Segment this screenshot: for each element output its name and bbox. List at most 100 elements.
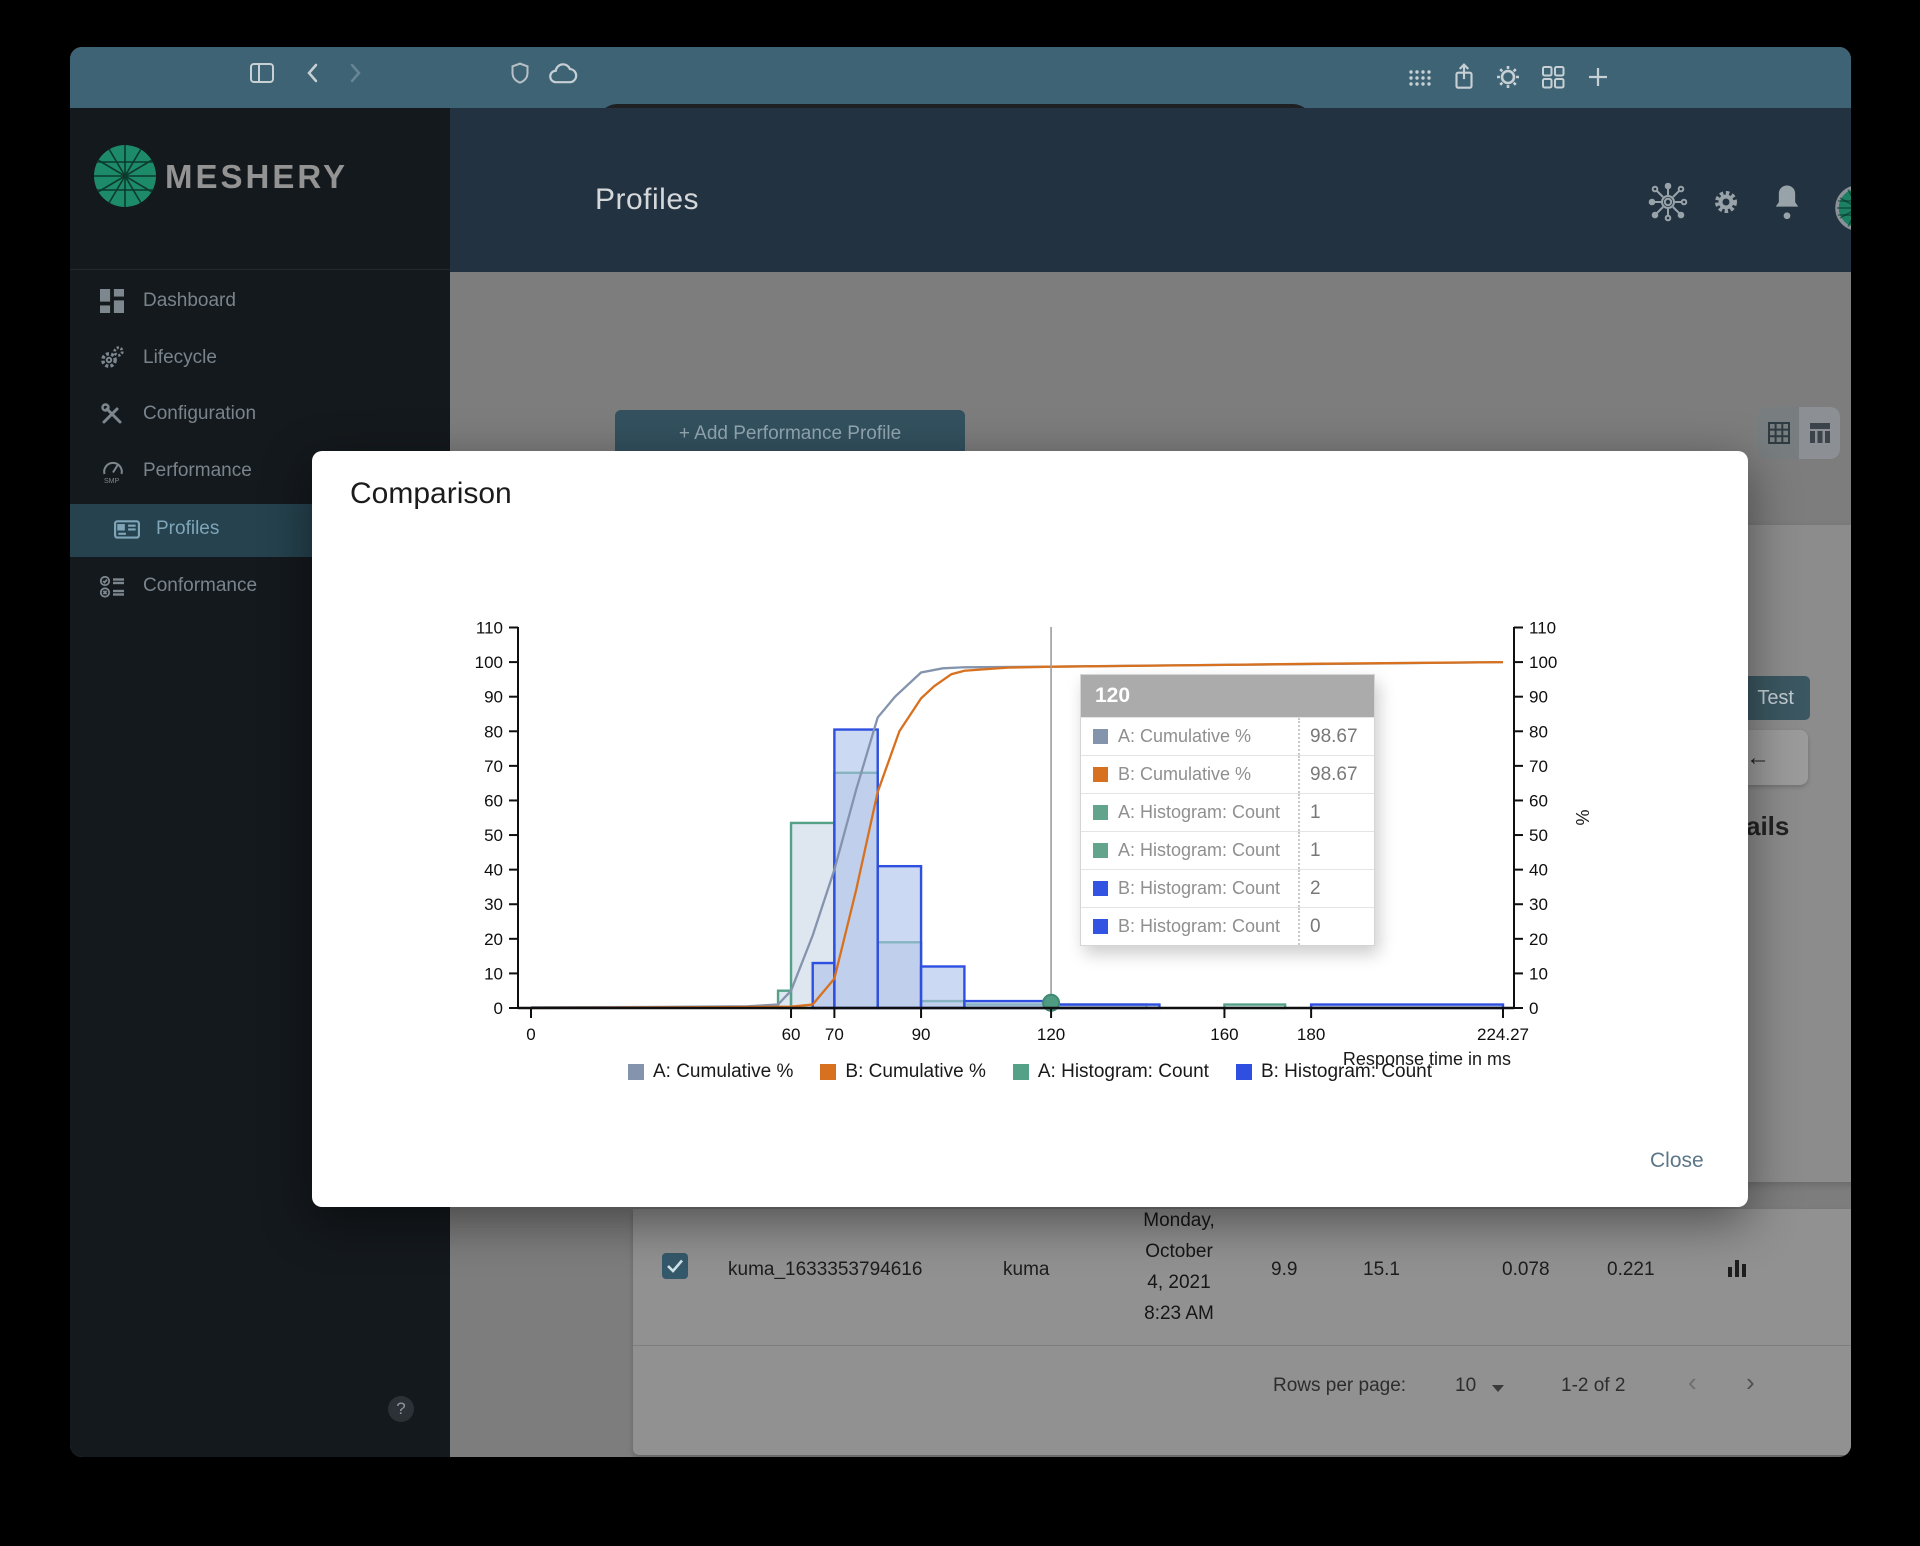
legend-swatch: [1235, 1064, 1252, 1080]
row-checkbox[interactable]: [662, 1253, 688, 1279]
y-tick-label-right: 60: [1529, 791, 1548, 810]
sidebar-item-label: Profiles: [156, 518, 220, 539]
legend-label: A: Cumulative %: [652, 1061, 794, 1082]
rows-per-page-select[interactable]: 10: [1455, 1375, 1476, 1397]
tooltip-series-label: B: Histogram: Count: [1118, 916, 1281, 936]
sidebar-item-lifecycle[interactable]: Lifecycle: [70, 335, 450, 383]
row-qps-cell: 9.9: [1271, 1259, 1298, 1280]
tab-groups-icon[interactable]: [1407, 66, 1433, 92]
right-axis-title: %: [1572, 809, 1592, 825]
y-tick-label: 90: [484, 688, 503, 707]
forward-icon[interactable]: [347, 62, 363, 84]
tooltip-swatch: [1093, 843, 1108, 858]
profiles-icon: [114, 520, 140, 539]
y-tick-label: 110: [476, 619, 503, 638]
view-chart-icon[interactable]: [1726, 1257, 1748, 1279]
sidebar-toggle-icon[interactable]: [248, 61, 276, 85]
close-dialog-button[interactable]: Close: [1650, 1149, 1704, 1173]
table-divider: [633, 1345, 1851, 1346]
row-date-cell: Monday, October 4, 2021 8:23 AM: [1115, 1205, 1243, 1329]
legend-item[interactable]: B: Cumulative %: [820, 1061, 986, 1083]
rows-per-page-label: Rows per page:: [1273, 1375, 1407, 1396]
y-tick-label-right: 30: [1529, 895, 1548, 914]
y-tick-label: 0: [494, 999, 503, 1018]
tooltip-value: 98.67: [1298, 718, 1374, 755]
sidebar-item-label: Lifecycle: [143, 347, 217, 368]
settings-gear-icon[interactable]: [1495, 64, 1521, 90]
comparison-chart: 0 010 1020 2030 3040 4050 5060 6070 7080 8090 9010…: [475, 619, 1592, 1069]
y-tick-label: 40: [484, 861, 503, 880]
tooltip-value: 0: [1298, 908, 1374, 945]
y-tick-label-right: 50: [1529, 826, 1548, 845]
new-tab-icon[interactable]: [1586, 65, 1610, 89]
sidebar-item-dashboard[interactable]: Dashboard: [70, 278, 450, 326]
previous-page-button[interactable]: ‹: [1688, 1367, 1697, 1398]
legend-item[interactable]: B: Histogram: Count: [1235, 1061, 1433, 1083]
tooltip-swatch: [1093, 881, 1108, 896]
browser-window: localhost:9081/performance/profiles Prof…: [70, 47, 1851, 1457]
x-tick-label: 0: [526, 1025, 535, 1044]
row-mesh-cell: kuma: [1003, 1259, 1050, 1280]
chart-legend: A: Cumulative % B: Cumulative % A: Histogr…: [312, 1061, 1748, 1083]
tooltip-row: A: Cumulative % 98.67: [1081, 717, 1374, 755]
date-line: October: [1145, 1241, 1213, 1262]
grid-view-icon: [1768, 422, 1790, 444]
legend-item[interactable]: A: Cumulative %: [627, 1061, 794, 1083]
legend-swatch: [820, 1064, 837, 1080]
tooltip-series-label: A: Histogram: Count: [1118, 840, 1281, 860]
help-button[interactable]: ?: [388, 1396, 414, 1422]
chevron-down-icon[interactable]: [1492, 1385, 1504, 1392]
notifications-bell-icon[interactable]: [1770, 182, 1804, 220]
service-mesh-adapters-icon[interactable]: [1646, 180, 1690, 224]
tooltip-value: 2: [1298, 870, 1374, 907]
tab-overview-icon[interactable]: [1541, 65, 1566, 90]
help-icon: ?: [396, 1399, 406, 1418]
y-tick-label: 60: [484, 791, 503, 810]
row-p99-cell: 0.221: [1607, 1259, 1655, 1280]
add-performance-profile-button[interactable]: + Add Performance Profile: [615, 410, 965, 457]
y-tick-label: 20: [484, 930, 503, 949]
next-page-button[interactable]: ›: [1746, 1367, 1755, 1398]
settings-icon[interactable]: [1708, 184, 1744, 220]
meshery-logo: [94, 145, 156, 207]
tooltip-row: B: Histogram: Count 2: [1081, 869, 1374, 907]
y-tick-label-right: 90: [1529, 688, 1548, 707]
tooltip-swatch: [1093, 919, 1108, 934]
tooltip-row: B: Histogram: Count 0: [1081, 907, 1374, 945]
tooltip-value: 1: [1298, 794, 1374, 831]
browser-chrome: localhost:9081/performance/profiles: [70, 47, 1851, 142]
back-icon[interactable]: [305, 62, 321, 84]
cloud-icon[interactable]: [548, 63, 578, 85]
privacy-shield-icon[interactable]: [510, 61, 530, 85]
sidebar-item-configuration[interactable]: Configuration: [70, 391, 450, 439]
tooltip-row: B: Cumulative % 98.67: [1081, 755, 1374, 793]
x-tick-label: 60: [782, 1025, 801, 1044]
performance-speedometer-icon: SMP: [103, 461, 123, 485]
y-tick-label: 70: [484, 757, 503, 776]
page-title: Profiles: [595, 183, 700, 216]
date-line: 8:23 AM: [1144, 1303, 1214, 1324]
share-icon[interactable]: [1452, 62, 1476, 92]
x-tick-label: 70: [825, 1025, 844, 1044]
table-view-button[interactable]: [1799, 407, 1840, 459]
legend-swatch: [627, 1064, 644, 1080]
legend-label: B: Histogram: Count: [1260, 1061, 1433, 1082]
grid-view-button[interactable]: [1758, 407, 1799, 459]
y-tick-label-right: 100: [1529, 653, 1557, 672]
y-tick-label-right: 110: [1529, 619, 1556, 638]
configuration-wrench-icon: [101, 403, 122, 424]
legend-item[interactable]: A: Histogram: Count: [1012, 1061, 1209, 1083]
date-line: Monday,: [1143, 1210, 1215, 1231]
date-line: 4, 2021: [1147, 1272, 1211, 1293]
y-tick-label: 80: [484, 722, 503, 741]
tooltip-swatch: [1093, 729, 1108, 744]
y-tick-label: 50: [484, 826, 503, 845]
y-tick-label-right: 20: [1529, 930, 1548, 949]
y-tick-label-right: 40: [1529, 861, 1548, 880]
dashboard-icon: [100, 289, 124, 313]
user-avatar[interactable]: [1834, 184, 1851, 232]
legend-label: A: Histogram: Count: [1037, 1061, 1209, 1082]
comparison-dialog: Comparison 0 0 10 10 20 20 30 30 40 40 50 50 60 60 70 7…: [312, 451, 1748, 1207]
tooltip-series-label: A: Histogram: Count: [1118, 802, 1281, 822]
details-heading-fragment: ails: [1746, 811, 1790, 841]
